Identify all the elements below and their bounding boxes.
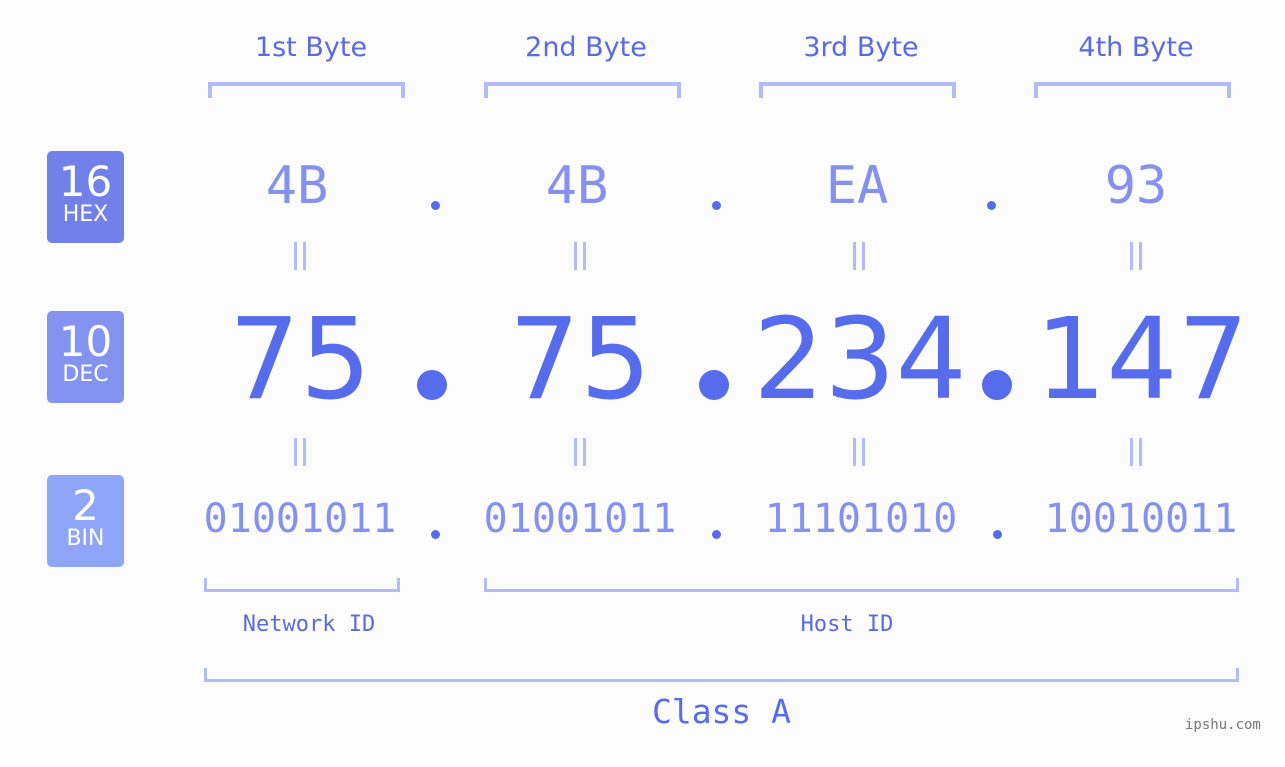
dec-separator-dot (982, 370, 1012, 400)
equals-icon (829, 240, 889, 280)
hex-separator-dot (987, 201, 996, 210)
bin-separator-dot (712, 530, 721, 539)
equals-icon (550, 436, 610, 476)
byte-header-3: 3rd Byte (803, 32, 919, 63)
byte-bracket-4 (1034, 82, 1231, 98)
equals-icon (550, 240, 610, 280)
hex-byte-1: 4B (265, 156, 329, 216)
hex-separator-dot (712, 201, 721, 210)
bin-byte-1: 01001011 (203, 496, 397, 542)
bin-byte-4: 10010011 (1044, 496, 1238, 542)
dec-separator-dot (699, 370, 729, 400)
equals-icon (270, 436, 330, 476)
dec-byte-4: 147 (1035, 295, 1249, 425)
host-id-bracket (484, 578, 1239, 592)
watermark: ipshu.com (1185, 717, 1261, 733)
network-id-bracket (204, 578, 400, 592)
byte-bracket-2 (484, 82, 681, 98)
bin-badge-number: 2 (72, 481, 99, 530)
equals-icon (1106, 436, 1166, 476)
hex-byte-3: EA (825, 156, 889, 216)
equals-icon (1106, 240, 1166, 280)
dec-badge: 10 DEC (47, 311, 124, 403)
dec-badge-number: 10 (58, 317, 113, 366)
byte-bracket-3 (759, 82, 956, 98)
dec-separator-dot (417, 370, 447, 400)
byte-header-4: 4th Byte (1078, 32, 1194, 63)
bin-byte-2: 01001011 (483, 496, 677, 542)
hex-byte-2: 4B (545, 156, 609, 216)
byte-bracket-1 (208, 82, 405, 98)
bin-separator-dot (431, 530, 440, 539)
dec-badge-label: DEC (62, 362, 109, 387)
bin-byte-3: 11101010 (764, 496, 958, 542)
hex-byte-4: 93 (1104, 156, 1168, 216)
class-bracket (204, 668, 1239, 682)
equals-icon (270, 240, 330, 280)
bin-badge: 2 BIN (47, 475, 124, 567)
bin-badge-label: BIN (66, 526, 105, 551)
hex-separator-dot (431, 201, 440, 210)
equals-icon (829, 436, 889, 476)
host-id-label: Host ID (800, 612, 894, 637)
dec-byte-1: 75 (228, 295, 372, 425)
class-label: Class A (651, 692, 792, 731)
hex-badge-number: 16 (58, 157, 113, 206)
hex-badge-label: HEX (62, 202, 109, 227)
byte-header-2: 2nd Byte (525, 32, 647, 63)
dec-byte-2: 75 (508, 295, 652, 425)
network-id-label: Network ID (242, 612, 376, 637)
hex-badge: 16 HEX (47, 151, 124, 243)
bin-separator-dot (993, 530, 1002, 539)
dec-byte-3: 234 (753, 295, 967, 425)
byte-header-1: 1st Byte (254, 32, 368, 63)
